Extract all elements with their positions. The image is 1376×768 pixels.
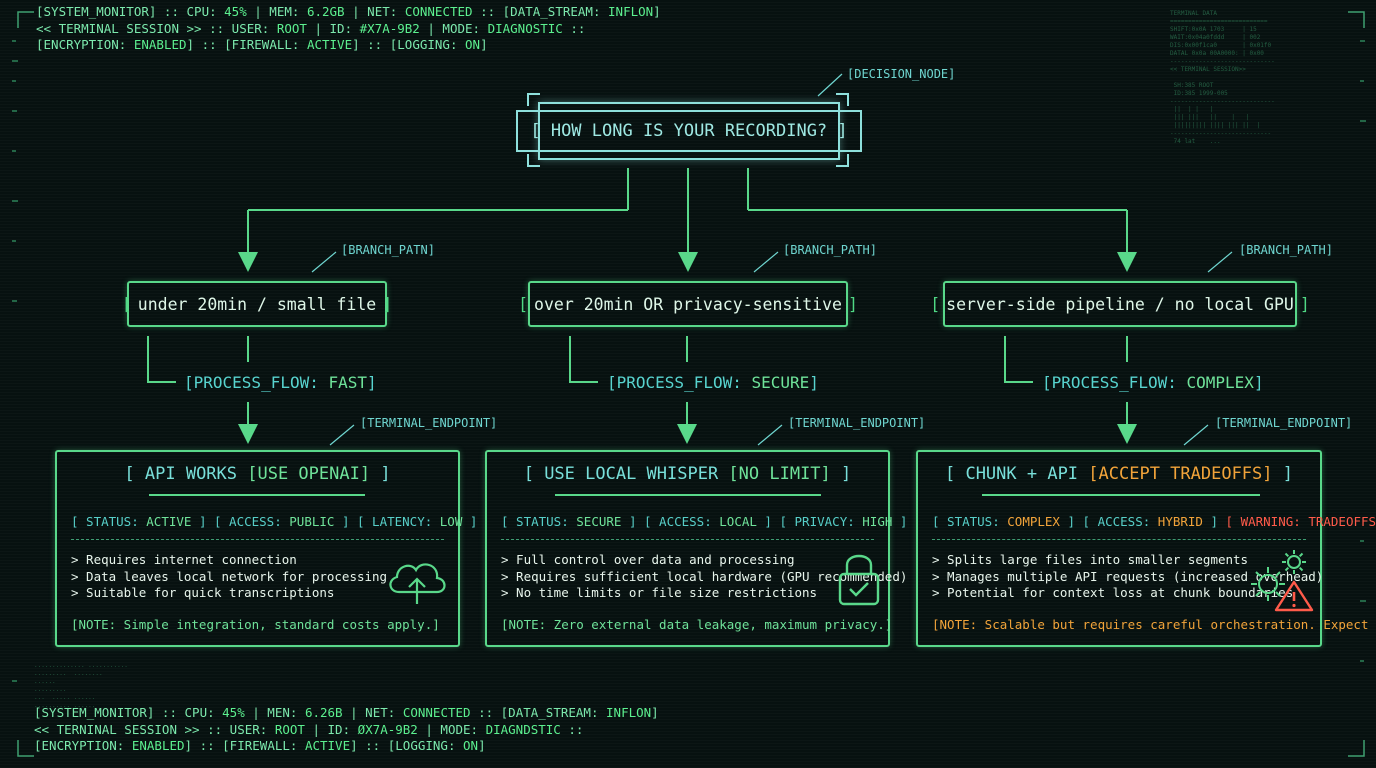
pointer-endpoint-2 — [757, 424, 783, 446]
endpoint-title-post-1: ] — [370, 464, 391, 484]
process-flow-2: [PROCESS_FLOW: SECURE] — [607, 373, 819, 392]
connector-b2-flow — [569, 336, 598, 383]
branch-label-1: under 20min / small file — [137, 294, 377, 314]
connector-b1-flow — [147, 336, 176, 383]
process-flow-end-3: ] — [1253, 373, 1264, 392]
terminal-endpoint-3: [ CHUNK + API [ACCEPT TRADEOFFS] ] [ STA… — [916, 450, 1376, 647]
endpoint-title-3: [ CHUNK + API [ACCEPT TRADEOFFS] ] — [918, 464, 1320, 484]
endpoint-title-highlight-1: [USE OPENAI] — [247, 464, 371, 484]
branch-tag-3: [BRANCH_PATH] — [1239, 243, 1333, 257]
status-key: [ STATUS: — [71, 514, 147, 529]
endpoint-title-underline — [149, 494, 365, 496]
divider — [932, 539, 1306, 540]
endpoint-tag-1: [TERMINAL_ENDPOINT] — [360, 416, 498, 430]
branch-node-2: [over 20min OR privacy-sensitive] — [518, 281, 858, 327]
decision-question: [ HOW LONG IS YOUR RECORDING? ] — [516, 110, 862, 152]
status-value: [ WARNING: TRADEOFFS ] — [1225, 514, 1376, 529]
process-flow-3: [PROCESS_FLOW: COMPLEX] — [1042, 373, 1264, 392]
endpoint-title-2: [ USE LOCAL WHISPER [NO LIMIT] ] — [487, 464, 888, 484]
cloud-upload-icon — [389, 563, 446, 604]
endpoint-title-highlight-2: [NO LIMIT] — [728, 464, 831, 484]
bracket-close: ] — [1299, 294, 1310, 314]
bullet-item: > Suitable for quick transcriptions — [71, 585, 335, 600]
endpoint-title-highlight-3: [ACCEPT TRADEOFFS] — [1088, 464, 1273, 484]
status-value: HYBRID — [1157, 514, 1203, 529]
endpoint-title-underline — [555, 494, 821, 496]
decision-node-tag: [DECISION_NODE] — [847, 67, 956, 81]
branch-label-2: over 20min OR privacy-sensitive — [534, 294, 842, 314]
bullet-item: > Data leaves local network for processi… — [71, 568, 388, 584]
pointer-branch-2 — [753, 251, 779, 273]
status-value: SECURE — [576, 514, 622, 529]
endpoint-bullets-1: > Requires internet connection > Data le… — [71, 552, 387, 602]
endpoint-tag-2: [TERMINAL_ENDPOINT] — [788, 416, 926, 430]
bullet-item: > Requires internet connection — [71, 552, 297, 567]
status-key: ] — [1202, 514, 1226, 529]
process-flow-key-2: [PROCESS_FLOW: — [607, 373, 752, 392]
status-value: LOCAL — [719, 514, 757, 529]
status-key: [ STATUS: — [501, 514, 577, 529]
endpoint-note-3: [NOTE: Scalable but requires careful orc… — [932, 617, 1376, 632]
status-key: ] [ ACCESS: — [621, 514, 720, 529]
endpoint-title-1: [ API WORKS [USE OPENAI] ] — [57, 464, 458, 484]
status-key: ] [ ACCESS: — [1059, 514, 1158, 529]
process-flow-end-1: ] — [367, 373, 377, 392]
endpoint-note-1: [NOTE: Simple integration, standard cost… — [71, 617, 440, 632]
branch-node-3: [server-side pipeline / no local GPU] — [930, 281, 1310, 327]
endpoint-tag-3: [TERMINAL_ENDPOINT] — [1215, 416, 1353, 430]
pointer-endpoint-1 — [329, 424, 355, 446]
status-key: ] [ ACCESS: — [191, 514, 290, 529]
divider — [71, 539, 444, 540]
pointer-branch-1 — [311, 251, 337, 273]
endpoint-title-pre-1: [ API WORKS — [124, 464, 248, 484]
status-key: ] [ LATENCY: — [334, 514, 440, 529]
status-key: ] [ PRIVACY: — [756, 514, 863, 529]
endpoint-title-underline — [982, 494, 1260, 496]
endpoint-status-3: [ STATUS: COMPLEX ] [ ACCESS: HYBRID ] [… — [932, 514, 1376, 529]
endpoint-title-pre-2: [ USE LOCAL WHISPER — [523, 464, 729, 484]
branch-tag-1: [BRANCH_PATN] — [341, 243, 435, 257]
branch-node-1: [under 20min / small file] — [122, 281, 392, 327]
process-flow-key-1: [PROCESS_FLOW: — [184, 373, 329, 392]
terminal-endpoint-2: [ USE LOCAL WHISPER [NO LIMIT] ] [ STATU… — [485, 450, 907, 647]
status-key: [ STATUS: — [932, 514, 1008, 529]
branch-label-3: server-side pipeline / no local GPU — [946, 294, 1294, 314]
connector-b3-flow — [1004, 336, 1033, 383]
bracket-open: [ — [518, 294, 529, 314]
bracket-close: ] — [847, 294, 858, 314]
endpoint-status-1: [ STATUS: ACTIVE ] [ ACCESS: PUBLIC ] [ … — [71, 514, 477, 529]
decision-node: [ HOW LONG IS YOUR RECORDING? ] — [516, 102, 862, 160]
status-value: LOW — [439, 514, 463, 529]
status-value: PUBLIC — [289, 514, 335, 529]
endpoint-title-post-3: ] — [1272, 464, 1293, 484]
pointer-branch-3 — [1207, 251, 1233, 273]
endpoint-status-2: [ STATUS: SECURE ] [ ACCESS: LOCAL ] [ P… — [501, 514, 907, 529]
padlock-check-icon — [838, 554, 880, 606]
endpoint-note-2: [NOTE: Zero external data leakage, maxim… — [501, 617, 893, 632]
endpoint-title-pre-3: [ CHUNK + API — [944, 464, 1089, 484]
branch-tag-2: [BRANCH_PATH] — [783, 243, 877, 257]
terminal-endpoint-1: [ API WORKS [USE OPENAI] ] [ STATUS: ACT… — [55, 450, 477, 647]
bracket-open: [ — [121, 294, 132, 314]
status-value: ACTIVE — [146, 514, 192, 529]
status-value: COMPLEX — [1007, 514, 1060, 529]
process-flow-key-3: [PROCESS_FLOW: — [1042, 373, 1187, 392]
status-value: HIGH — [862, 514, 893, 529]
divider — [501, 539, 874, 540]
gears-warning-icon — [1251, 550, 1314, 612]
endpoint-title-post-2: ] — [830, 464, 852, 484]
process-flow-value-2: SECURE — [751, 373, 810, 392]
status-key: ] — [462, 514, 478, 529]
bracket-close: ] — [382, 294, 393, 314]
pointer-decision — [817, 73, 843, 97]
diagram-canvas: [SYSTEM_MONITOR] :: CPU: 45% | MEM: 6.2G… — [0, 0, 1376, 768]
process-flow-value-3: COMPLEX — [1186, 373, 1254, 392]
process-flow-value-1: FAST — [328, 373, 368, 392]
pointer-endpoint-3 — [1183, 424, 1209, 446]
process-flow-1: [PROCESS_FLOW: FAST] — [184, 373, 377, 392]
process-flow-end-2: ] — [809, 373, 819, 392]
bracket-open: [ — [930, 294, 941, 314]
status-key: ] — [892, 514, 908, 529]
